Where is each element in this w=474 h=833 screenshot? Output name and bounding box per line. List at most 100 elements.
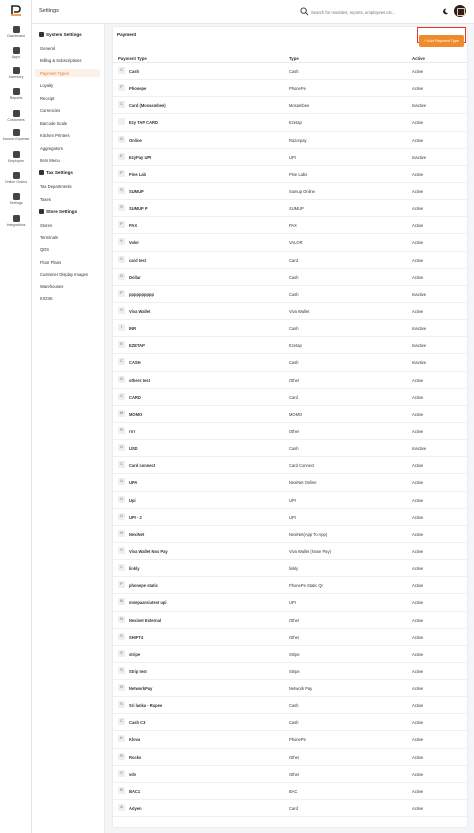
user-avatar[interactable] [454, 5, 466, 17]
add-payment-type-button[interactable]: + Add Payment Type [419, 35, 464, 47]
table-row[interactable]: U UPA NexiNet Online Active [113, 474, 467, 492]
rail-item-7[interactable]: Online Orders [0, 172, 32, 184]
rail-item-5[interactable]: Income Expense [0, 129, 32, 141]
table-row[interactable]: C Cash C3 Cash Active [113, 714, 467, 732]
table-row[interactable]: C CASH Cash Inactive [113, 354, 467, 372]
table-row[interactable]: C Card connect Card Connect Active [113, 457, 467, 475]
table-row[interactable]: E EZETAP Ezetap Inactive [113, 337, 467, 355]
table-row[interactable]: K Klova PhonePe Active [113, 731, 467, 749]
menu-item-kitchen-printers[interactable]: Kitchen Printers [35, 131, 100, 139]
menu-item-warehouses[interactable]: Warehouses [35, 282, 100, 290]
add-button-highlight: + Add Payment Type [417, 27, 466, 47]
menu-item-stores[interactable]: Stores [35, 221, 100, 229]
menu-item-general[interactable]: General [35, 44, 100, 52]
payment-type-kind: Cash [289, 274, 299, 280]
payment-type-initial-badge: C [118, 67, 125, 74]
table-row[interactable]: D Dollar Cash Active [113, 269, 467, 286]
payment-active-status: Active [412, 583, 424, 589]
table-row[interactable]: V Valor VALOR Active [113, 234, 467, 252]
table-row[interactable]: Rrrrr Other Active [113, 423, 467, 441]
menu-item-customer-display-images[interactable]: Customer Display Images [35, 270, 100, 278]
payment-type-name: Online [129, 137, 142, 143]
table-row[interactable]: S Strip test Stripe Active [113, 663, 467, 681]
table-header: Payment Type Type Active [113, 55, 467, 63]
table-row[interactable]: B BAC1 BAC Active [113, 783, 467, 801]
payment-type-kind: UPI [289, 600, 296, 606]
menu-item-item-menu[interactable]: Item Menu [35, 156, 100, 164]
payment-active-status: Inactive [412, 291, 427, 297]
table-row[interactable]: Ccard test Card Active [113, 252, 467, 269]
menu-item-taxes[interactable]: Taxes [35, 195, 100, 203]
rail-item-1[interactable]: Apps [0, 47, 32, 59]
payment-type-initial-badge: S [118, 666, 125, 674]
table-row[interactable]: Oothers test Other Active [113, 372, 467, 389]
rail-item-0[interactable]: Dashboard [0, 26, 32, 38]
rail-item-6[interactable]: Employee [0, 151, 32, 163]
table-row[interactable]: S SUMUP Sumup Online Active [113, 183, 467, 201]
payment-type-kind: PhonePe Static Qr [289, 583, 323, 589]
table-row[interactable]: C CARD Card Active [113, 389, 467, 406]
payment-type-initial-badge: K [118, 735, 125, 743]
table-row[interactable]: P PAX PAX Active [113, 217, 467, 235]
payment-type-initial-badge: C [118, 255, 125, 263]
table-row[interactable]: N NexiNet NexiNet(App To App) Active [113, 526, 467, 543]
menu-item-kiosk[interactable]: KIOSK [35, 294, 100, 302]
payment-type-initial-badge: C [118, 718, 125, 726]
menu-item-terminals[interactable]: Terminals [35, 233, 100, 241]
table-row[interactable]: S Sri lanka - Rupee Cash Active [113, 697, 467, 715]
payment-active-status: Active [412, 497, 424, 503]
payment-type-initial-badge: N [118, 684, 125, 692]
menu-item-payment-types[interactable]: Payment Types [35, 68, 100, 77]
menu-item-loyalty[interactable]: Loyalty [35, 81, 100, 89]
menu-item-qds[interactable]: QDS [35, 245, 100, 253]
rail-item-8[interactable]: Settings [0, 193, 32, 205]
table-row[interactable]: N NetworkPay Network Pay Active [113, 680, 467, 698]
table-row[interactable]: S SHIFT4 Other Active [113, 629, 467, 646]
dark-mode-icon[interactable] [442, 8, 449, 15]
table-row[interactable]: U Upi UPI Active [113, 492, 467, 509]
table-row[interactable]: R Rocks Other Active [113, 749, 467, 766]
table-row[interactable]: Vvdv Other Active [113, 766, 467, 783]
menu-item-tax-departments[interactable]: Tax Departments [35, 182, 100, 190]
table-row[interactable]: Mmnepaarsiutest upi UPI Active [113, 594, 467, 612]
table-row[interactable]: Pphonepe static PhonePe Static Qr Active [113, 577, 467, 595]
table-row[interactable]: Ppppppppppp Cash Inactive [113, 286, 467, 303]
table-row[interactable]: N Nexinet External Other Active [113, 612, 467, 629]
menu-item-currencies[interactable]: Currencies [35, 106, 100, 114]
table-row[interactable]: O Online Razorpay Active [113, 132, 467, 149]
table-row[interactable]: Sstripe Stripe Active [113, 646, 467, 663]
table-row[interactable]: A Adyen Card Active [113, 800, 467, 818]
payment-active-status: Active [412, 171, 424, 177]
table-row[interactable]: C Card (Mossambee) Mosambee Inactive [113, 97, 467, 115]
menu-item-aggregators[interactable]: Aggregators [35, 144, 100, 152]
search-input[interactable] [311, 8, 421, 16]
menu-item-billing-subscriptions[interactable]: Billing & Subscriptions [35, 56, 100, 64]
menu-item-receipt[interactable]: Receipt [35, 94, 100, 102]
rail-item-4[interactable]: Customers [0, 110, 32, 122]
table-row[interactable]: I INR Cash Inactive [113, 320, 467, 338]
menu-item-floor-plans[interactable]: Floor Plans [35, 258, 100, 266]
menu-item-barcode-scale[interactable]: Barcode Scale [35, 119, 100, 127]
table-row[interactable]: E EzyPay UPI UPI Inactive [113, 149, 467, 166]
table-row[interactable]: Ezy TAP CARD Ezetap Active [113, 114, 467, 132]
table-row[interactable]: C Cash Cash Active [113, 63, 467, 81]
table-row[interactable]: V Viva Wallet Viva Wallet Active [113, 303, 467, 321]
table-row[interactable]: S SUMUP P SUMUP Active [113, 200, 467, 218]
rail-item-2[interactable]: Inventory [0, 67, 32, 79]
rail-item-9[interactable]: Integrations [0, 215, 32, 227]
payment-type-initial-badge: P [118, 169, 125, 177]
table-row[interactable]: Llinkly linkly Active [113, 560, 467, 578]
table-row[interactable]: V Viva Wallet Nox Pay Viva Wallet (Nose Pa… [113, 543, 467, 561]
table-row[interactable]: U UPI - 2 UPI Active [113, 509, 467, 526]
table-row[interactable]: P Pine Lab Pine Labs Active [113, 166, 467, 183]
payment-type-initial-badge: U [118, 495, 125, 503]
payment-type-name: Cash [129, 69, 140, 74]
table-row[interactable]: P Phonepe PhonePe Active [113, 80, 467, 98]
search-icon[interactable] [300, 7, 309, 16]
rail-item-3[interactable]: Reports [0, 88, 32, 100]
payment-type-name: PAX [129, 223, 138, 229]
table-row[interactable]: M MOMO MOMO Active [113, 406, 467, 423]
rail-item-label: Reports [9, 96, 23, 100]
table-row[interactable]: U USD Cash Inactive [113, 440, 467, 458]
left-nav-rail: Dashboard Apps Inventory Reports Customers In… [0, 0, 32, 833]
